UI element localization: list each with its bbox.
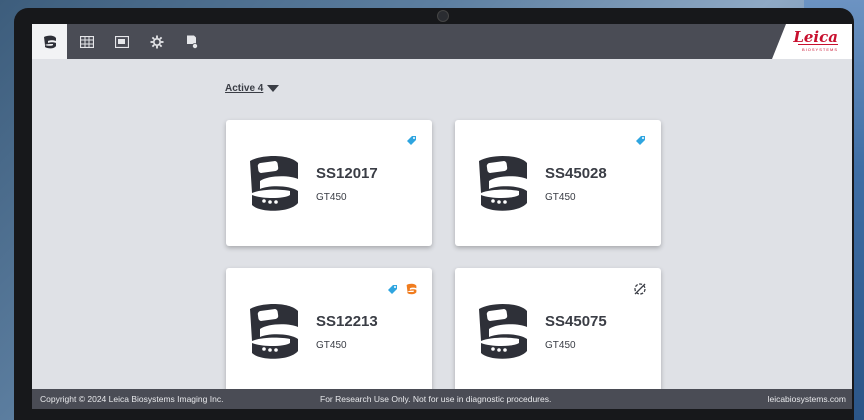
- brand-logo: Leica BIOSYSTEMS: [772, 24, 852, 59]
- footer-copyright: Copyright © 2024 Leica Biosystems Imagin…: [40, 394, 224, 404]
- image-icon: [114, 35, 129, 48]
- disconnected-icon: [634, 283, 646, 295]
- tag-icon: [636, 136, 645, 145]
- brand-logo-underline: [798, 44, 838, 45]
- nav-image-button[interactable]: [104, 24, 139, 59]
- instrument-card[interactable]: SS12017 GT450: [226, 120, 432, 246]
- active-filter-dropdown[interactable]: Active 4: [225, 83, 280, 94]
- instrument-name: SS12213: [316, 313, 378, 330]
- scanner-device-icon: [250, 155, 298, 211]
- instrument-card[interactable]: SS45028 GT450: [455, 120, 661, 246]
- camera-icon: [437, 10, 449, 22]
- instrument-name: SS12017: [316, 165, 378, 182]
- grid-icon: [79, 35, 94, 48]
- instrument-icon: [43, 35, 56, 48]
- tag-icon: [388, 285, 397, 294]
- card-status-icons: [633, 282, 647, 296]
- report-icon: [186, 35, 198, 49]
- instrument-name: SS45075: [545, 313, 607, 330]
- top-navigation-bar: Leica BIOSYSTEMS: [32, 24, 852, 59]
- nav-grid-button[interactable]: [69, 24, 104, 59]
- card-status-icons: [635, 134, 647, 146]
- instrument-model: GT450: [316, 192, 347, 203]
- instrument-model: GT450: [316, 340, 347, 351]
- scanner-device-icon: [479, 155, 527, 211]
- instrument-card[interactable]: SS45075 GT450: [455, 268, 661, 394]
- nav-instruments-button[interactable]: [32, 24, 67, 59]
- instrument-model: GT450: [545, 340, 576, 351]
- brand-logo-subtext: BIOSYSTEMS: [801, 47, 838, 52]
- footer-website-link[interactable]: leicabiosystems.com: [768, 394, 846, 404]
- caret-down-icon: [267, 85, 280, 92]
- nav-report-button[interactable]: [174, 24, 209, 59]
- scanner-device-icon: [479, 303, 527, 359]
- instrument-card[interactable]: SS12213 GT450: [226, 268, 432, 394]
- card-status-icons: [406, 134, 418, 146]
- app-screen: Leica BIOSYSTEMS Active 4 SS12017 GT450: [32, 24, 852, 409]
- card-status-icons: [387, 282, 418, 296]
- scanner-device-icon: [250, 303, 298, 359]
- footer-disclaimer: For Research Use Only. Not for use in di…: [320, 394, 552, 404]
- instrument-name: SS45028: [545, 165, 607, 182]
- nav-settings-button[interactable]: [139, 24, 174, 59]
- tag-icon: [407, 136, 416, 145]
- active-filter-label: Active 4: [225, 83, 264, 94]
- footer-bar: Copyright © 2024 Leica Biosystems Imagin…: [32, 389, 852, 409]
- instrument-model: GT450: [545, 192, 576, 203]
- alert-scanner-icon: [406, 283, 417, 295]
- gear-icon: [150, 35, 163, 48]
